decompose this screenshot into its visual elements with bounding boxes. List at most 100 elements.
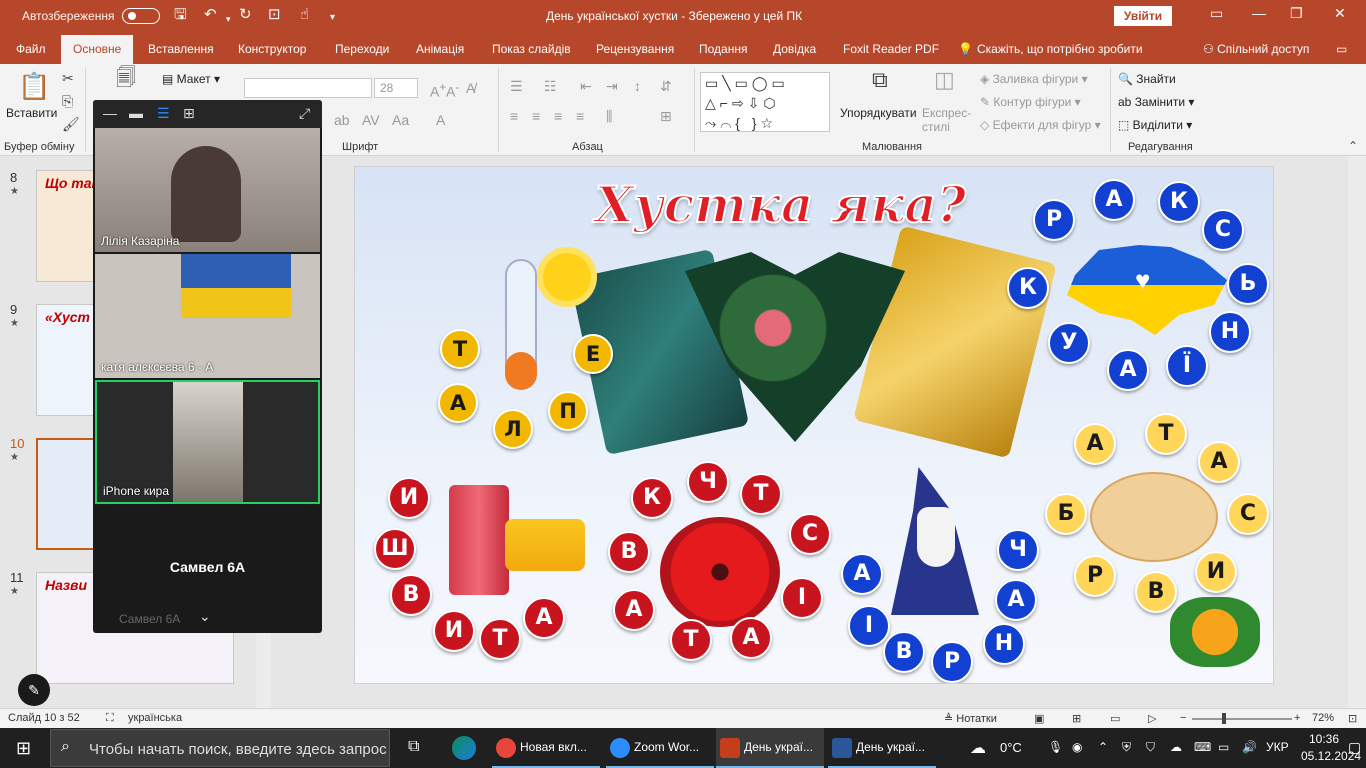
pen-icon[interactable]: ✎ xyxy=(18,674,50,706)
shield-icon[interactable]: ⛉ xyxy=(1146,740,1155,755)
editor-scrollbar[interactable] xyxy=(1348,156,1366,708)
letter-bubble[interactable]: С xyxy=(789,513,831,555)
letter-bubble[interactable]: У xyxy=(1048,322,1090,364)
select-button[interactable]: ⬚ Виділити ▾ xyxy=(1118,118,1192,132)
letter-bubble[interactable]: І xyxy=(781,577,823,619)
quick-styles-icon[interactable]: ◫ xyxy=(934,69,955,91)
line-spacing-icon[interactable]: ↕ xyxy=(634,78,641,94)
letter-bubble[interactable]: Т xyxy=(1145,413,1187,455)
zoom-in-icon[interactable]: + xyxy=(1294,712,1300,724)
redo-icon[interactable]: ↻ xyxy=(239,6,252,24)
slideshow-icon[interactable]: ▷ xyxy=(1148,712,1156,725)
outdent-icon[interactable]: ⇤ xyxy=(580,78,592,94)
tab-help[interactable]: Довідка xyxy=(773,42,816,56)
zoom-slider[interactable] xyxy=(1192,718,1292,720)
smartart-icon[interactable]: ⊞ xyxy=(660,108,672,124)
letter-bubble[interactable]: И xyxy=(1195,551,1237,593)
participant-video-tile[interactable]: Лілія Казаріна xyxy=(95,128,320,252)
network-icon[interactable]: ▭ xyxy=(1218,740,1229,754)
letter-bubble[interactable]: С xyxy=(1227,493,1269,535)
letter-bubble[interactable]: Е xyxy=(573,334,613,374)
shapes-gallery[interactable]: ▭╲▭◯▭ △⌐⇨⇩⬡ ⤳⌒{ }☆ xyxy=(700,72,830,132)
autosave-toggle[interactable] xyxy=(122,8,160,24)
present-icon[interactable]: ⊡ xyxy=(268,6,281,24)
windows-start-icon[interactable]: ⊞ xyxy=(16,738,31,759)
participant-video-tile[interactable]: iPhone кира xyxy=(95,380,320,504)
fit-slide-icon[interactable]: ⊡ xyxy=(1348,712,1357,725)
reading-view-icon[interactable]: ▭ xyxy=(1110,712,1120,725)
security-icon[interactable]: ⛨ xyxy=(1122,740,1131,755)
chevron-down-icon[interactable]: ⌄ xyxy=(199,608,211,625)
letter-bubble[interactable]: Ч xyxy=(687,461,729,503)
comments-icon[interactable]: ▭ xyxy=(1336,42,1347,56)
shape-effects-button[interactable]: ◇ Ефекти для фігур ▾ xyxy=(980,118,1101,132)
minimize-icon[interactable]: — xyxy=(1252,5,1266,21)
letter-bubble[interactable]: В xyxy=(1135,571,1177,613)
font-shadow-icon[interactable]: ab xyxy=(334,112,350,128)
edge-icon[interactable] xyxy=(452,736,476,760)
char-spacing-icon[interactable]: AV xyxy=(362,112,380,128)
zoom-out-icon[interactable]: − xyxy=(1180,712,1186,724)
tab-design[interactable]: Конструктор xyxy=(238,42,306,56)
letter-bubble[interactable]: Т xyxy=(479,618,521,660)
letter-bubble[interactable]: Н xyxy=(983,623,1025,665)
replace-button[interactable]: ab Замінити ▾ xyxy=(1118,95,1194,109)
find-button[interactable]: 🔍 Знайти xyxy=(1118,72,1176,86)
format-painter-icon[interactable]: 🖌 xyxy=(62,116,80,132)
undo-icon[interactable]: ↶ xyxy=(204,6,217,24)
align-right-icon[interactable]: ≡ xyxy=(554,108,562,124)
taskbar-app-word[interactable]: День украї... xyxy=(828,728,936,768)
letter-bubble[interactable]: А xyxy=(1107,349,1149,391)
letter-bubble[interactable]: Т xyxy=(740,473,782,515)
letter-bubble[interactable]: Ш xyxy=(374,528,416,570)
letter-bubble[interactable]: Н xyxy=(1209,311,1251,353)
tell-me-search[interactable]: Скажіть, що потрібно зробити xyxy=(977,42,1143,56)
copy-icon[interactable]: ⎘ xyxy=(62,93,73,109)
notifications-icon[interactable]: ▢ xyxy=(1348,739,1361,756)
clock-time[interactable]: 10:36 xyxy=(1309,732,1339,746)
indent-icon[interactable]: ⇥ xyxy=(606,78,618,94)
tab-animations[interactable]: Анімація xyxy=(416,42,464,56)
spellcheck-icon[interactable]: ⛶ xyxy=(106,712,114,725)
volume-icon[interactable]: 🔊 xyxy=(1242,740,1257,754)
microphone-icon[interactable]: 🎙 xyxy=(1048,740,1063,754)
letter-bubble[interactable]: А xyxy=(438,383,478,423)
arrange-button[interactable]: Упорядкувати xyxy=(840,106,917,120)
paste-icon[interactable]: 📋 xyxy=(18,72,50,100)
tab-insert[interactable]: Вставлення xyxy=(148,42,214,56)
language-indicator[interactable]: українська xyxy=(128,712,182,724)
letter-bubble[interactable]: І xyxy=(848,605,890,647)
input-language[interactable]: УКР xyxy=(1266,740,1289,754)
paste-button[interactable]: Вставити xyxy=(6,106,57,120)
save-icon[interactable]: 🖫 xyxy=(174,6,187,24)
numbering-icon[interactable]: ☷ xyxy=(544,78,557,94)
weather-temperature[interactable]: 0°C xyxy=(1000,740,1022,755)
letter-bubble[interactable]: Т xyxy=(440,329,480,369)
letter-bubble[interactable]: А xyxy=(613,589,655,631)
letter-bubble[interactable]: С xyxy=(1202,209,1244,251)
align-center-icon[interactable]: ≡ xyxy=(532,108,540,124)
font-name-box[interactable] xyxy=(244,78,372,98)
letter-bubble[interactable]: А xyxy=(523,597,565,639)
font-color-icon[interactable]: A xyxy=(436,112,445,128)
letter-bubble[interactable]: К xyxy=(631,477,673,519)
letter-bubble[interactable]: Р xyxy=(931,641,973,683)
letter-bubble[interactable]: А xyxy=(841,553,883,595)
letter-bubble[interactable]: Р xyxy=(1033,199,1075,241)
tab-file[interactable]: Файл xyxy=(16,42,46,56)
letter-bubble[interactable]: И xyxy=(388,477,430,519)
align-left-icon[interactable]: ≡ xyxy=(510,108,518,124)
tab-home[interactable]: Основне xyxy=(61,35,134,64)
collapse-ribbon-icon[interactable]: ⌃ xyxy=(1348,138,1358,154)
shape-fill-button[interactable]: ◈ Заливка фігури ▾ xyxy=(980,72,1088,86)
letter-bubble[interactable]: А xyxy=(1074,423,1116,465)
letter-bubble[interactable]: А xyxy=(995,579,1037,621)
tab-transitions[interactable]: Переходи xyxy=(335,42,389,56)
bullets-icon[interactable]: ☰ xyxy=(510,78,523,94)
touch-mode-icon[interactable]: ☝ xyxy=(300,6,309,24)
keyboard-icon[interactable]: ⌨ xyxy=(1194,740,1211,754)
taskbar-app-zoom[interactable]: Zoom Wor... xyxy=(606,728,714,768)
zoom-level[interactable]: 72% xyxy=(1312,712,1334,724)
minimize-video-icon[interactable]: — xyxy=(103,106,117,120)
onedrive-icon[interactable]: ☁ xyxy=(1170,740,1182,754)
